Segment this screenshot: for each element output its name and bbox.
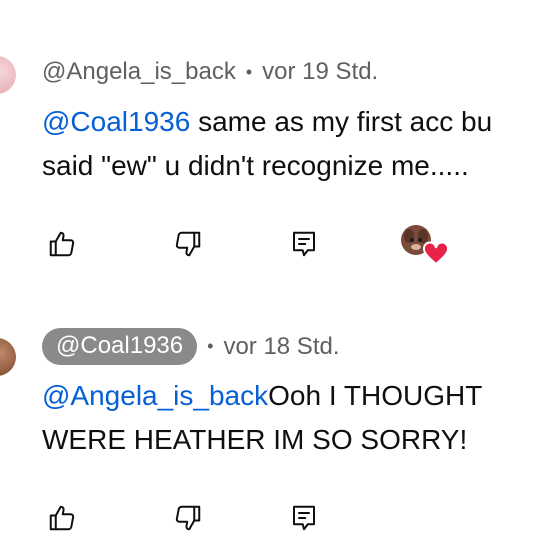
comment-text-line: @Angela_is_backOoh I THOUGHT (42, 374, 482, 418)
like-button[interactable] (42, 224, 82, 264)
separator-dot: • (245, 61, 253, 82)
like-button[interactable] (42, 498, 82, 538)
comment-header: @Angela_is_back • vor 19 Std. (42, 58, 378, 86)
thumbs-up-icon (49, 231, 75, 257)
thumbs-down-icon (175, 231, 201, 257)
comment-text: @Angela_is_backOoh I THOUGHT WERE HEATHE… (42, 374, 482, 462)
comment-text-line: @Coal1936 same as my first acc bu (42, 100, 492, 144)
author-handle-pill[interactable]: @Coal1936 (42, 328, 198, 365)
mention-link[interactable]: @Angela_is_back (42, 380, 268, 411)
reply-icon (293, 505, 315, 531)
comment-1: @Angela_is_back • vor 19 Std. @Coal1936 … (0, 0, 560, 290)
thumbs-down-icon (175, 505, 201, 531)
creator-heart-badge[interactable] (398, 224, 450, 266)
separator-dot: • (207, 336, 214, 356)
mention-link[interactable]: @Coal1936 (42, 106, 190, 137)
reply-button[interactable] (284, 498, 324, 538)
comment-actions (42, 224, 560, 266)
comment-text-part: Ooh I THOUGHT (268, 380, 483, 411)
comment-timestamp[interactable]: vor 19 Std. (262, 58, 378, 86)
reply-button[interactable] (284, 224, 324, 264)
comment-text-line: said "ew" u didn't recognize me..... (42, 150, 469, 181)
author-avatar[interactable] (0, 338, 16, 376)
comment-2: @Coal1936 • vor 18 Std. @Angela_is_backO… (0, 290, 560, 560)
author-handle[interactable]: @Angela_is_back (42, 58, 236, 86)
creator-heart-icon (401, 225, 449, 266)
comment-actions (42, 498, 560, 538)
dislike-button[interactable] (168, 498, 208, 538)
comment-text-line: WERE HEATHER IM SO SORRY! (42, 424, 468, 455)
comment-timestamp[interactable]: vor 18 Std. (223, 333, 339, 361)
reply-icon (293, 231, 315, 257)
thumbs-up-icon (49, 505, 75, 531)
comment-text: @Coal1936 same as my first acc bu said "… (42, 100, 492, 188)
author-avatar[interactable] (0, 56, 16, 94)
dislike-button[interactable] (168, 224, 208, 264)
comment-header: @Coal1936 • vor 18 Std. (42, 328, 340, 365)
comment-text-part: same as my first acc bu (190, 106, 493, 137)
